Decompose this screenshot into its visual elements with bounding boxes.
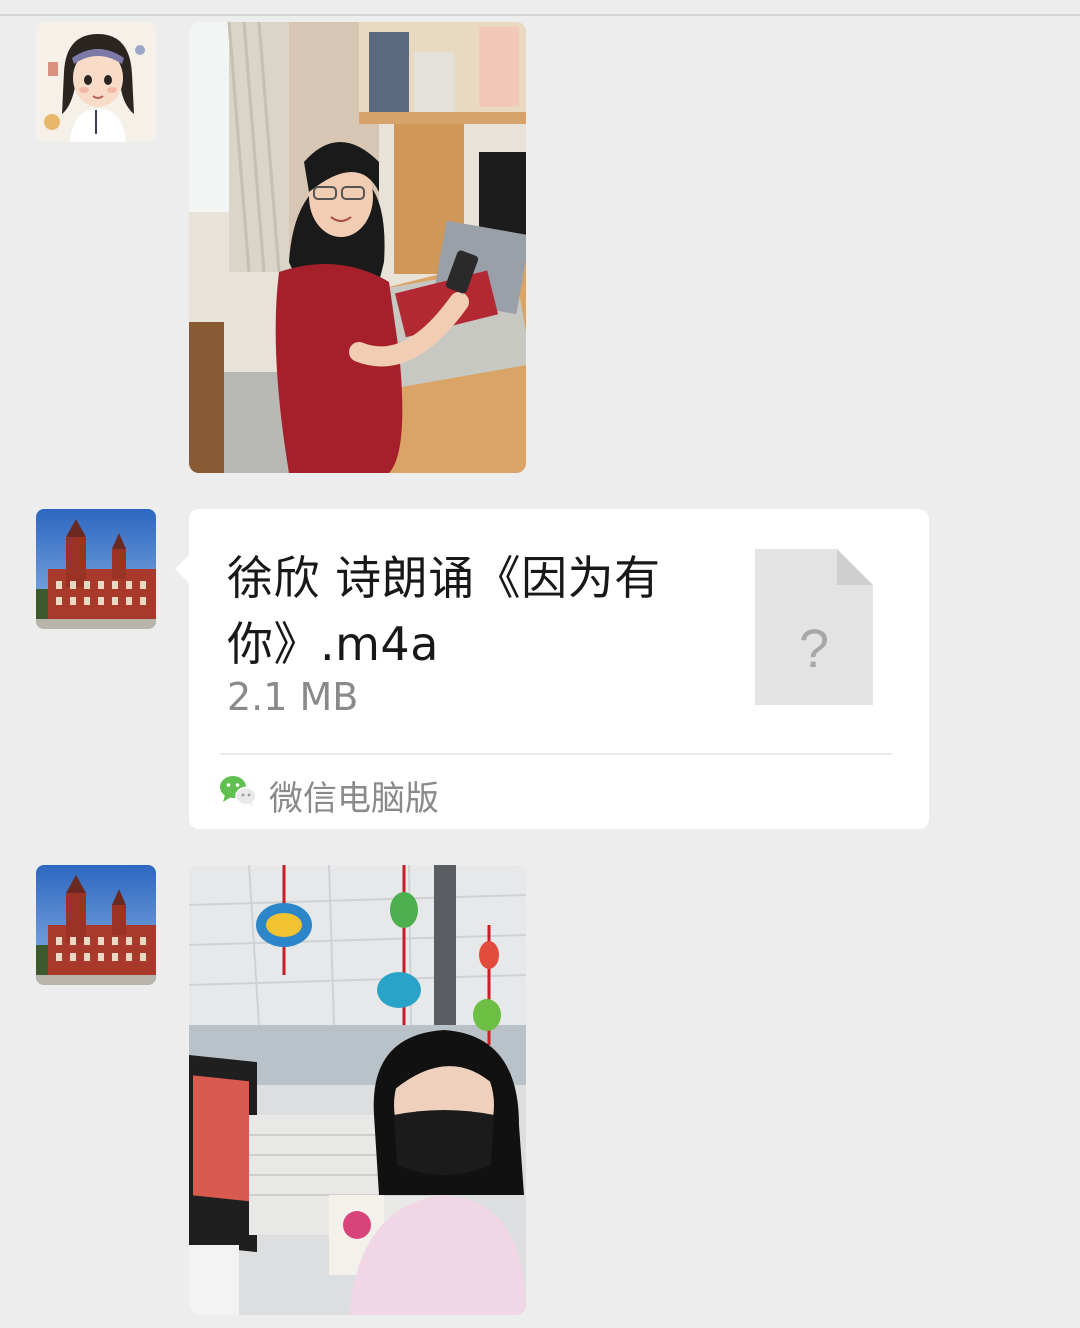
unknown-file-icon: ?	[755, 549, 873, 705]
wechat-icon	[219, 775, 257, 807]
file-message-bubble[interactable]: 徐欣 诗朗诵《因为有你》.m4a 2.1 MB ? 微信电脑版	[175, 509, 929, 829]
bubble-tail	[175, 555, 189, 583]
contact-avatar-building[interactable]	[36, 509, 156, 629]
contact-avatar-building[interactable]	[36, 865, 156, 985]
card-divider	[220, 753, 892, 755]
message-image-1	[0, 22, 1080, 474]
source-label: 微信电脑版	[269, 779, 439, 819]
woman-at-desk-photo[interactable]	[189, 22, 526, 473]
svg-text:?: ?	[799, 619, 829, 679]
file-name: 徐欣 诗朗诵《因为有你》.m4a	[227, 551, 661, 671]
top-divider	[0, 14, 1080, 16]
file-size: 2.1 MB	[227, 675, 359, 719]
woman-with-mask-office-photo[interactable]	[189, 865, 526, 1315]
message-file: 徐欣 诗朗诵《因为有你》.m4a 2.1 MB ? 微信电脑版	[0, 509, 1080, 829]
message-image-2	[0, 865, 1080, 1315]
contact-avatar-cartoon[interactable]	[36, 22, 156, 142]
